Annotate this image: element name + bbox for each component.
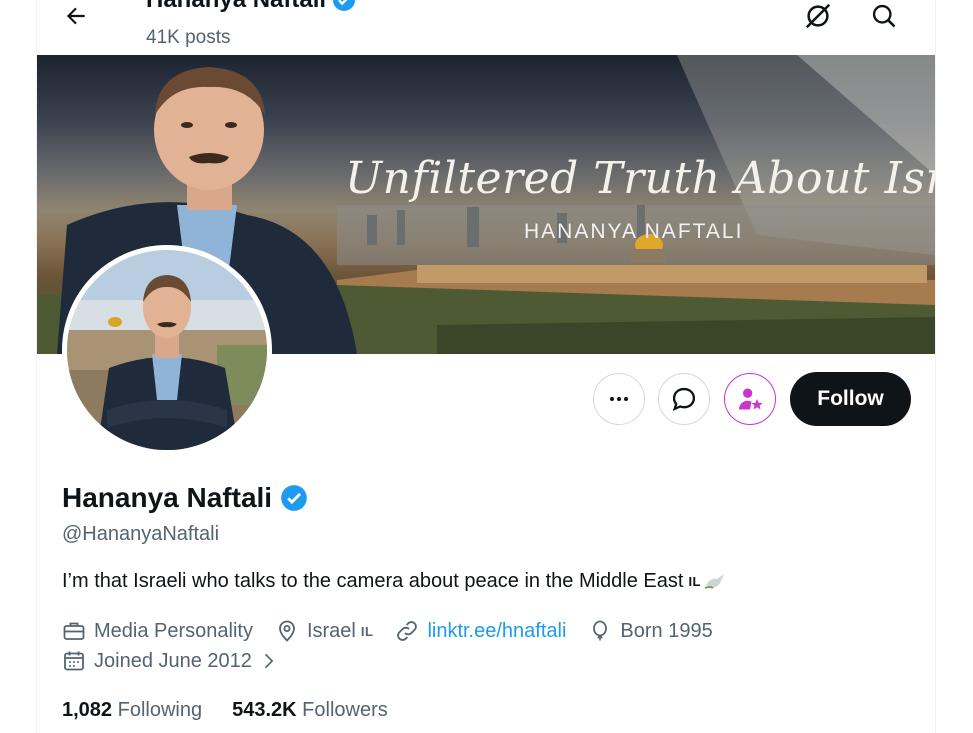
verified-icon[interactable]	[280, 484, 308, 512]
location-flag: IL	[360, 623, 374, 639]
followers-label: Followers	[302, 699, 388, 721]
bio-text: I’m that Israeli who talks to the camera…	[62, 570, 684, 592]
posts-count: 41K posts	[146, 27, 231, 48]
follow-button[interactable]: Follow	[790, 372, 911, 426]
following-count: 1,082	[62, 699, 113, 721]
more-icon	[610, 397, 628, 401]
meta-birth: Born 1995	[588, 619, 713, 643]
header-title: Hananya Naftali	[146, 0, 356, 14]
meta-website: linktr.ee/hnaftali	[395, 619, 566, 643]
profile-bio: I’m that Israeli who talks to the camera…	[62, 570, 727, 593]
back-button[interactable]	[58, 0, 94, 32]
header-name: Hananya Naftali	[146, 0, 326, 14]
website-link[interactable]: linktr.ee/hnaftali	[427, 620, 566, 643]
balloon-icon	[593, 620, 608, 641]
following-link[interactable]: 1,082 Following	[62, 699, 202, 722]
followers-link[interactable]: 543.2K Followers	[232, 699, 388, 722]
profile-joined-row[interactable]: Joined June 2012	[62, 649, 300, 673]
grok-button[interactable]	[800, 0, 836, 32]
bio-flag: IL	[688, 574, 701, 589]
verified-icon	[333, 0, 356, 11]
profile-meta: Media Personality Israel IL linktr.ee/hn…	[62, 619, 735, 643]
profile-handle: @HananyaNaftali	[62, 523, 220, 545]
meta-location: Israel IL	[275, 619, 373, 643]
calendar-icon	[64, 651, 84, 671]
chevron-right-icon	[264, 653, 274, 669]
meta-category: Media Personality	[62, 619, 253, 643]
subscribe-icon	[738, 388, 763, 410]
location-text: Israel	[306, 619, 356, 642]
birth-text: Born 1995	[620, 619, 713, 642]
grok-icon	[805, 3, 831, 29]
followers-count: 543.2K	[232, 699, 297, 721]
dove-icon	[704, 573, 724, 589]
location-pin-icon	[279, 620, 295, 642]
meta-joined[interactable]: Joined June 2012	[62, 649, 278, 673]
back-arrow-icon	[66, 7, 85, 25]
subscribe-button[interactable]	[724, 373, 776, 425]
profile-name: Hananya Naftali	[62, 482, 273, 513]
following-label: Following	[117, 699, 203, 721]
briefcase-icon	[63, 622, 85, 640]
search-button[interactable]	[866, 0, 902, 32]
banner-subtitle: HANANYA NAFTALI	[524, 220, 744, 243]
avatar-photo	[67, 250, 267, 450]
search-icon	[872, 4, 896, 28]
profile-name-row: Hananya Naftali	[62, 482, 308, 514]
link-icon	[397, 621, 418, 641]
category-text: Media Personality	[94, 619, 253, 642]
profile-stats: 1,082 Following 543.2K Followers	[62, 699, 418, 722]
joined-text: Joined June 2012	[94, 649, 252, 672]
banner-title: Unfiltered Truth About Israel	[345, 153, 935, 204]
message-button[interactable]	[658, 373, 710, 425]
message-icon	[672, 387, 696, 412]
avatar[interactable]	[62, 245, 272, 455]
more-button[interactable]	[593, 373, 645, 425]
